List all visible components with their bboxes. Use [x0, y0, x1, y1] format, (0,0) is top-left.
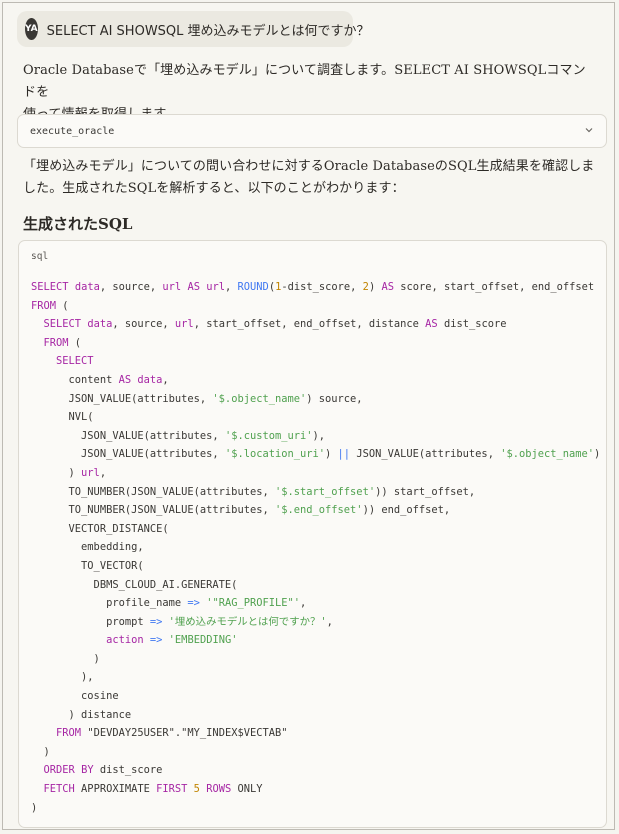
user-message-bubble: YA SELECT AI SHOWSQL 埋め込みモデルとは何ですか？ [17, 11, 370, 47]
user-avatar: YA [25, 18, 38, 40]
code-content[interactable]: SELECT data, source, url AS url, ROUND(1… [31, 278, 600, 817]
user-message-text: SELECT AI SHOWSQL 埋め込みモデルとは何ですか？ [46, 23, 370, 39]
result-line-2: した。生成されたSQLを解析すると、以下のことがわかります： [23, 181, 405, 196]
tool-call-execute-oracle[interactable]: execute_oracle [17, 114, 607, 148]
tool-call-name: execute_oracle [30, 125, 115, 137]
code-language-label: sql [31, 251, 49, 262]
intro-line-1: Oracle Databaseで「埋め込みモデル」について調査します。SELEC… [23, 63, 586, 100]
code-block: sql SELECT data, source, url AS url, ROU… [18, 240, 607, 828]
assistant-result-text: 「埋め込みモデル」についての問い合わせに対するOracle DatabaseのS… [23, 156, 598, 200]
chat-window: YA SELECT AI SHOWSQL 埋め込みモデルとは何ですか？ Orac… [2, 2, 615, 830]
section-heading: 生成されたSQL [23, 215, 133, 233]
result-line-1: 「埋め込みモデル」についての問い合わせに対するOracle DatabaseのS… [23, 159, 595, 174]
chevron-down-icon[interactable] [584, 125, 594, 135]
